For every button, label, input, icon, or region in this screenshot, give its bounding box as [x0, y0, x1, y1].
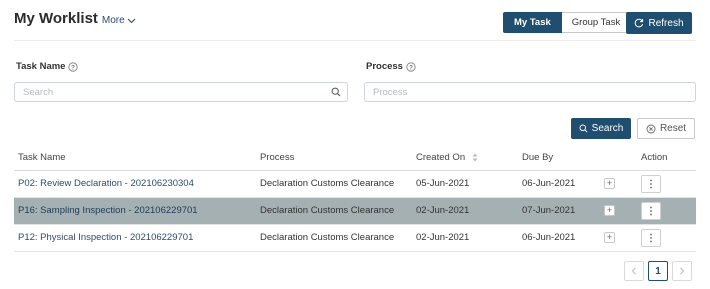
chevron-right-icon	[680, 267, 685, 275]
reset-label: Reset	[659, 123, 687, 134]
task-name-label: Task Name ?	[16, 61, 79, 72]
column-task-name[interactable]: Task Name	[14, 146, 256, 171]
action-cell	[637, 224, 696, 252]
refresh-icon	[635, 18, 644, 28]
help-circle-icon: ?	[406, 61, 416, 72]
table-row[interactable]: P16: Sampling Inspection - 202106229701 D…	[14, 197, 696, 225]
table-header-row: Task Name Process Created On Due By Acti…	[14, 146, 696, 171]
plus-icon[interactable]: +	[604, 205, 615, 216]
plus-icon[interactable]: +	[604, 232, 615, 243]
process-cell: Declaration Customs Clearance	[256, 170, 412, 198]
search-button[interactable]: Search	[571, 118, 631, 139]
due-by-cell: 07-Jun-2021	[518, 197, 600, 225]
created-on-cell: 02-Jun-2021	[412, 224, 518, 252]
table-row[interactable]: P12: Physical Inspection - 202106229701 D…	[14, 224, 696, 252]
chevron-down-icon	[127, 18, 136, 23]
svg-text:?: ?	[71, 64, 75, 71]
table-row[interactable]: P02: Review Declaration - 202106230304 De…	[14, 170, 696, 198]
kebab-icon[interactable]	[641, 201, 661, 220]
search-icon	[579, 124, 588, 133]
chevron-left-icon	[631, 267, 636, 275]
plus-icon[interactable]: +	[604, 178, 615, 189]
process-label-text: Process	[366, 61, 403, 72]
expand-cell: +	[600, 224, 637, 252]
process-input[interactable]	[364, 82, 696, 102]
task-link[interactable]: P02: Review Declaration - 202106230304	[18, 178, 194, 189]
task-view-toggle: My Task Group Task	[503, 12, 632, 33]
my-task-button[interactable]: My Task	[503, 12, 562, 33]
action-cell	[637, 170, 696, 198]
task-link[interactable]: P12: Physical Inspection - 202106229701	[18, 232, 193, 243]
help-circle-icon: ?	[68, 61, 79, 72]
svg-text:?: ?	[409, 64, 413, 71]
column-created-on[interactable]: Created On	[412, 146, 518, 171]
page-title: My Worklist	[14, 10, 98, 27]
group-task-button[interactable]: Group Task	[561, 12, 632, 33]
refresh-label: Refresh	[648, 17, 684, 29]
pagination: 1	[624, 261, 692, 281]
action-cell	[637, 197, 696, 225]
created-on-cell: 02-Jun-2021	[412, 197, 518, 225]
page-header: My Worklist More	[14, 10, 136, 27]
task-name-label-text: Task Name	[16, 61, 66, 72]
column-process[interactable]: Process	[256, 146, 412, 171]
task-name-search-input[interactable]	[14, 82, 348, 102]
process-cell: Declaration Customs Clearance	[256, 224, 412, 252]
more-dropdown[interactable]: More	[102, 15, 136, 26]
task-link[interactable]: P16: Sampling Inspection - 202106229701	[18, 205, 198, 216]
due-by-cell: 06-Jun-2021	[518, 170, 600, 198]
sort-icon[interactable]	[472, 153, 478, 162]
reset-icon	[646, 124, 656, 133]
more-label: More	[101, 15, 125, 26]
header-divider	[14, 40, 696, 41]
created-on-cell: 05-Jun-2021	[412, 170, 518, 198]
column-action: Action	[637, 146, 696, 171]
due-by-cell: 06-Jun-2021	[518, 224, 600, 252]
worklist-table: Task Name Process Created On Due By Acti…	[14, 146, 696, 252]
search-icon	[331, 87, 341, 97]
column-due-by[interactable]: Due By	[518, 146, 600, 171]
reset-button[interactable]: Reset	[637, 118, 695, 139]
column-expand	[600, 146, 637, 171]
search-label: Search	[591, 123, 624, 134]
refresh-button[interactable]: Refresh	[626, 12, 692, 34]
prev-page-button[interactable]	[624, 261, 644, 281]
next-page-button[interactable]	[672, 261, 692, 281]
expand-cell: +	[600, 197, 637, 225]
column-created-on-label: Created On	[416, 152, 466, 164]
kebab-icon[interactable]	[641, 174, 661, 193]
process-cell: Declaration Customs Clearance	[256, 197, 412, 225]
process-label: Process ?	[366, 61, 416, 72]
page-button-current[interactable]: 1	[648, 261, 668, 281]
expand-cell: +	[600, 170, 637, 198]
kebab-icon[interactable]	[641, 228, 661, 247]
